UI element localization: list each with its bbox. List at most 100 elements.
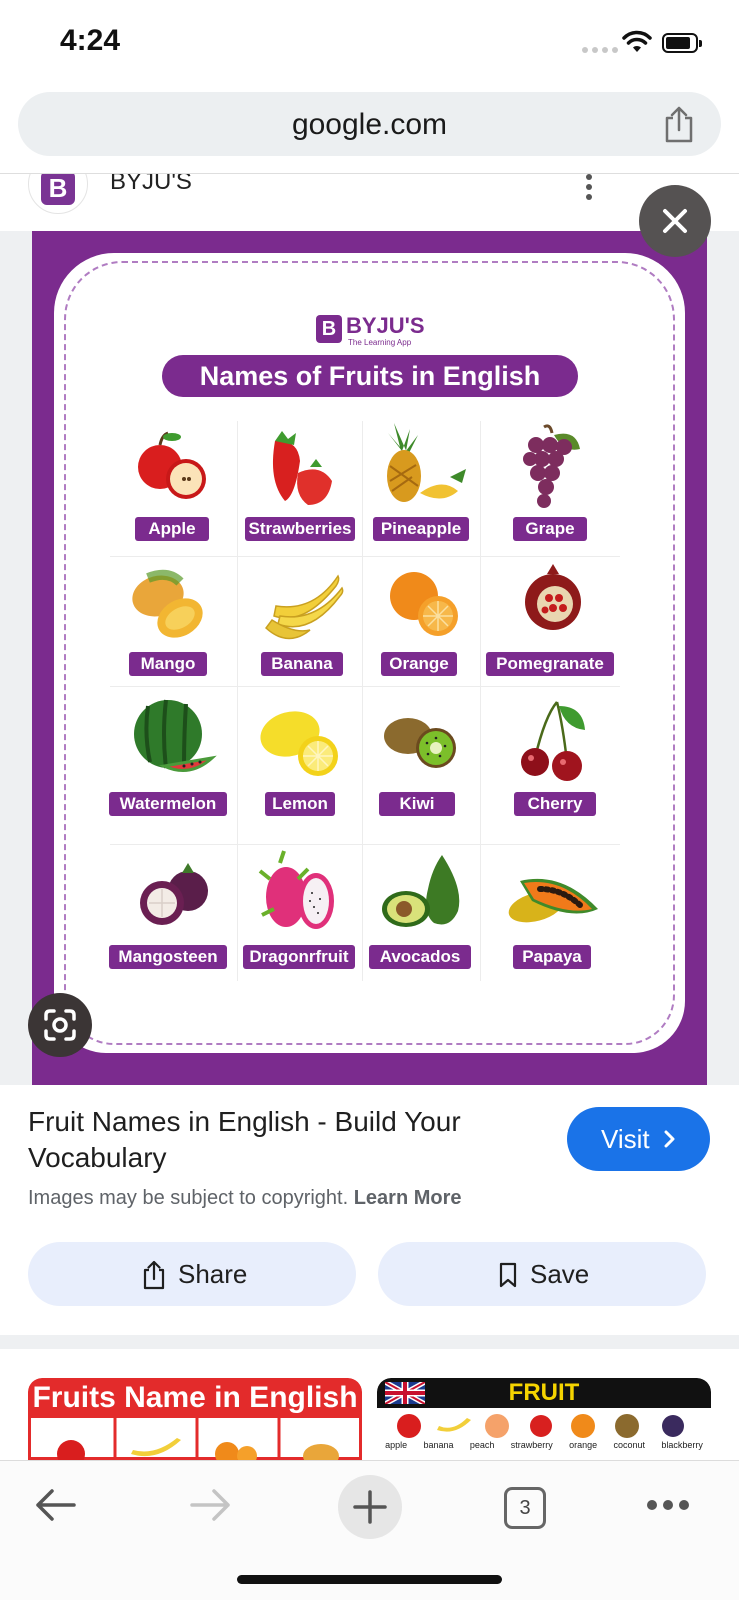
fruit-caption: orange	[569, 1440, 598, 1450]
plus-icon	[353, 1490, 387, 1524]
section-divider	[0, 1335, 739, 1349]
save-button[interactable]: Save	[378, 1242, 706, 1306]
papaya-icon	[508, 878, 598, 923]
related-image-2[interactable]: FRUIT apple banana peach strawberry oran…	[377, 1378, 711, 1460]
google-lens-icon	[44, 1009, 76, 1041]
related-1-fruit-row	[28, 1418, 362, 1460]
visit-button[interactable]: Visit	[567, 1107, 710, 1171]
more-vert-icon[interactable]	[584, 174, 594, 204]
fruit-label: Banana	[261, 652, 343, 676]
fruit-label: Mangosteen	[109, 945, 227, 969]
strawberry-icon	[272, 431, 332, 505]
source-logo: B	[28, 174, 88, 214]
forward-arrow-icon[interactable]	[188, 1485, 234, 1525]
poster-image: B BYJU'S The Learning App Names of Fruit…	[32, 231, 707, 1085]
fruit-label: Pineapple	[373, 517, 469, 541]
result-title[interactable]: Fruit Names in English - Build Your Voca…	[28, 1104, 528, 1176]
fruit-label: Mango	[129, 652, 207, 676]
tab-switcher-button[interactable]: 3	[504, 1487, 546, 1529]
battery-icon	[662, 33, 702, 53]
fruit-label: Lemon	[265, 792, 335, 816]
fruit-label: Pomegranate	[486, 652, 614, 676]
pineapple-icon	[387, 423, 466, 502]
kiwi-icon	[384, 718, 456, 768]
url-text: google.com	[291, 108, 448, 141]
share-icon[interactable]	[662, 106, 696, 144]
poster-title: Names of Fruits in English	[162, 355, 578, 397]
fruit-label: Cherry	[514, 792, 596, 816]
fruit-label: Apple	[135, 517, 209, 541]
poster-brand-tagline: The Learning App	[348, 338, 412, 347]
related-image-1[interactable]: Fruits Name in English	[28, 1378, 362, 1460]
grid-divider	[237, 421, 238, 981]
mangosteen-icon	[140, 863, 208, 925]
fruit-caption: blackberry	[661, 1440, 703, 1450]
source-row[interactable]: B BYJU'S	[0, 173, 739, 231]
related-2-title: FRUIT	[377, 1378, 711, 1408]
save-label: Save	[530, 1259, 590, 1289]
new-tab-button[interactable]	[338, 1475, 402, 1539]
more-horiz-icon[interactable]	[646, 1499, 690, 1511]
fruit-label: Orange	[381, 652, 457, 676]
signal-icon	[582, 47, 588, 53]
fruit-label: Avocados	[369, 945, 471, 969]
fruit-label: Grape	[513, 517, 587, 541]
grid-divider	[110, 686, 620, 687]
dragonfruit-icon	[258, 850, 334, 929]
image-preview[interactable]: B BYJU'S The Learning App Names of Fruit…	[0, 231, 739, 1085]
home-indicator	[237, 1575, 502, 1584]
visit-label: Visit	[601, 1124, 650, 1154]
banana-icon	[264, 574, 344, 640]
address-bar[interactable]: google.com	[18, 92, 721, 156]
copyright-text: Images may be subject to copyright.	[28, 1187, 349, 1209]
lens-button[interactable]	[28, 993, 92, 1057]
grid-divider	[480, 421, 481, 981]
back-arrow-icon[interactable]	[32, 1485, 78, 1525]
status-bar: 4:24	[0, 0, 739, 84]
wifi-icon	[622, 30, 652, 52]
byjus-logo-icon: B	[41, 174, 75, 205]
signal-dot	[612, 47, 618, 53]
copyright-notice: Images may be subject to copyright. Lear…	[28, 1187, 462, 1210]
fruit-label: Papaya	[513, 945, 591, 969]
close-icon	[663, 209, 687, 233]
fruit-caption: apple	[385, 1440, 408, 1450]
orange-icon	[390, 572, 458, 636]
avocado-icon	[382, 855, 460, 927]
source-name: BYJU'S	[110, 173, 192, 195]
fruit-caption: coconut	[613, 1440, 645, 1450]
grid-divider	[362, 421, 363, 981]
fruit-thumbnails-icon	[57, 1418, 339, 1460]
share-button[interactable]: Share	[28, 1242, 356, 1306]
poster-brand-name: BYJU'S	[346, 313, 425, 338]
fruit-thumbnails-icon	[397, 1414, 684, 1438]
related-1-title: Fruits Name in English	[28, 1378, 362, 1418]
watermelon-icon	[134, 699, 217, 772]
share-label: Share	[178, 1259, 248, 1289]
signal-dot	[602, 47, 608, 53]
fruit-caption: peach	[469, 1440, 495, 1450]
share-icon	[143, 1260, 165, 1290]
status-time: 4:24	[60, 24, 121, 57]
lemon-icon	[260, 711, 338, 776]
mango-icon	[132, 569, 203, 638]
uk-flag-icon	[385, 1382, 425, 1404]
learn-more-link[interactable]: Learn More	[354, 1187, 462, 1209]
fruit-label: Strawberries	[245, 517, 355, 541]
fruit-caption: strawberry	[510, 1440, 553, 1450]
signal-dot	[592, 47, 598, 53]
chevron-right-icon	[664, 1130, 675, 1148]
related-2-labels: apple banana peach strawberry orange coc…	[377, 1440, 711, 1450]
apple-icon	[138, 431, 206, 499]
poster-brand-logo: B BYJU'S The Learning App	[316, 313, 426, 349]
pomegranate-icon	[525, 564, 581, 630]
cherry-icon	[521, 701, 585, 781]
grape-icon	[523, 424, 580, 508]
fruit-label: Watermelon	[109, 792, 227, 816]
fruit-label: Kiwi	[379, 792, 455, 816]
bookmark-icon	[499, 1262, 517, 1288]
fruit-label: Dragonrfruit	[243, 945, 355, 969]
close-button[interactable]	[639, 185, 711, 257]
fruit-caption: banana	[423, 1440, 454, 1450]
grid-divider	[110, 844, 620, 845]
